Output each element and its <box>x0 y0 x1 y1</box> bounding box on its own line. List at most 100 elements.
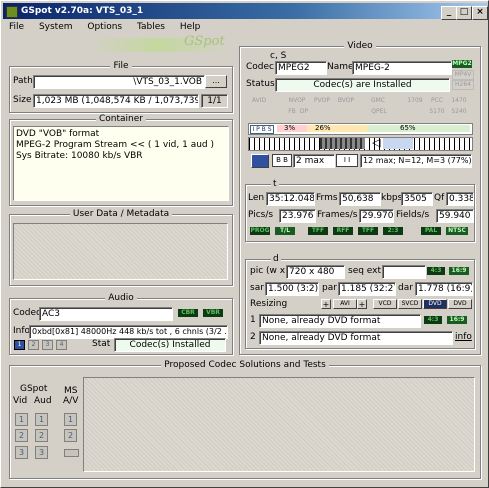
len-label: Len <box>248 193 265 203</box>
sar-label: sar <box>250 283 264 293</box>
flag-rff: RFF <box>333 227 353 235</box>
app-icon <box>6 6 18 18</box>
resize-dvd-button-1[interactable]: DVD <box>423 299 447 309</box>
tag-1709: 1709 <box>407 97 423 104</box>
minimize-button[interactable]: _ <box>441 6 457 20</box>
file-group: File Path \VTS_03_1.VOB ... Size 1,023 M… <box>9 61 233 113</box>
ms-button-2[interactable]: 2 <box>64 429 77 442</box>
bvops-field: 2 max <box>293 154 335 168</box>
bvop-box: B B <box>272 154 292 167</box>
audio-stat-label: Stat <box>92 339 111 349</box>
container-line: DVD "VOB" format <box>16 129 100 139</box>
flag-pal: PAL <box>421 227 441 235</box>
ms-button-blank[interactable] <box>64 449 79 457</box>
info-link[interactable]: info <box>455 331 472 343</box>
audio-stream-3[interactable]: 3 <box>42 340 53 350</box>
gspot-label: GSpot <box>20 384 48 394</box>
audio-codec-field: AC3 <box>39 307 173 321</box>
gop-box: I I <box>336 154 358 167</box>
video-codec-label: Codec <box>246 62 274 72</box>
pics-field: 23.976 <box>279 209 316 223</box>
aud-button-2[interactable]: 2 <box>35 429 48 442</box>
par-label: par <box>322 283 337 293</box>
resize-row2-field: None, already DVD format <box>259 331 453 345</box>
resize-vcd-button[interactable]: VCD <box>373 299 397 309</box>
audio-stream-4[interactable]: 4 <box>56 340 67 350</box>
fields-field: 59.940 <box>436 209 474 223</box>
ms-button-1[interactable]: 1 <box>64 413 77 426</box>
vid-button-3[interactable]: 3 <box>15 446 28 459</box>
qf-label: Qf <box>434 193 445 203</box>
container-group: Container DVD "VOB" format MPEG-2 Progra… <box>9 114 233 206</box>
aud-button-3[interactable]: 3 <box>35 446 48 459</box>
audio-info-field: 0xbd[0x81] 48000Hz 448 kb/s tot , 6 chnl… <box>29 325 228 339</box>
flag-ntsc: NTSC <box>446 227 468 235</box>
userdata-group: User Data / Metadata <box>9 209 233 286</box>
b-frame-pct: 65% <box>400 124 416 132</box>
menu-options[interactable]: Options <box>87 22 122 32</box>
av-label: A/V <box>63 396 79 406</box>
kbps-field: 3505 <box>401 192 433 206</box>
pics-label: Pics/s <box>248 210 274 220</box>
audio-stream-2[interactable]: 2 <box>28 340 39 350</box>
tag-5240: 5240 <box>451 108 467 115</box>
gop-field: 12 max; N=12, M=3 (77%) <box>360 154 472 168</box>
userdata-area <box>13 223 228 280</box>
resizing-label: Resizing <box>250 299 288 309</box>
resize-dvd-button-2[interactable]: DVD <box>448 299 472 309</box>
gop-gray-segment <box>320 138 365 149</box>
title-bar[interactable]: GSpot v2.70a: VTS_03_1 _ □ × <box>3 3 488 20</box>
close-button[interactable]: × <box>472 6 488 20</box>
tag-nvop: NVOP <box>288 97 306 104</box>
menu-file[interactable]: File <box>9 22 24 32</box>
d-label: d <box>271 253 281 265</box>
audio-stream-1[interactable]: 1 <box>14 340 25 350</box>
part-field: 1/1 <box>201 94 228 108</box>
vid-button-2[interactable]: 2 <box>15 429 28 442</box>
resize-svcd-button[interactable]: SVCD <box>398 299 422 309</box>
film-icon[interactable] <box>251 154 269 168</box>
maximize-button[interactable]: □ <box>456 6 472 20</box>
vid-button-1[interactable]: 1 <box>15 413 28 426</box>
flag-tff: TFF <box>308 227 328 235</box>
kbps-label: kbps <box>381 193 403 203</box>
ar-169-indicator: 16:9 <box>449 267 469 275</box>
menu-system[interactable]: System <box>39 22 73 32</box>
size-label: Size <box>13 95 32 105</box>
proposed-group: Proposed Codec Solutions and Tests GSpot… <box>9 360 481 479</box>
aud-button-1[interactable]: 1 <box>35 413 48 426</box>
pic-label: pic (w x <box>250 266 286 276</box>
audio-codec-label: Codec <box>13 308 41 318</box>
pic-field: 720 x 480 <box>286 265 345 279</box>
tag-5170: 5170 <box>429 108 445 115</box>
audio-group: Audio Codec AC3 CBR VBR Info 0xbd[0x81] … <box>9 293 233 355</box>
path-field[interactable]: \VTS_03_1.VOB <box>33 75 205 89</box>
userdata-group-title: User Data / Metadata <box>69 209 173 219</box>
tag-bvop: BVOP <box>337 97 355 104</box>
flag-tl: T/L <box>275 227 295 235</box>
gop-blue-segment <box>383 138 413 149</box>
menu-tables[interactable]: Tables <box>137 22 165 32</box>
fmt-mp4v-tag: MP4V <box>452 70 474 80</box>
flag-tff2: TFF <box>358 227 378 235</box>
resize-avi-button[interactable]: AVI <box>333 299 357 309</box>
p-frame-pct: 26% <box>315 124 331 132</box>
tag-pvop: PVOP <box>314 97 330 104</box>
tag-gmc: GMC <box>370 97 385 104</box>
seqext-field <box>382 265 426 279</box>
frames-field: 29.970 <box>359 209 394 223</box>
audio-vbr-indicator: VBR <box>203 309 223 317</box>
timing-label: t <box>271 178 279 190</box>
container-info: DVD "VOB" format MPEG-2 Program Stream <… <box>13 126 229 201</box>
container-group-title: Container <box>96 114 146 124</box>
menu-bar: File System Options Tables Help <box>3 20 488 35</box>
resize-plus-button[interactable]: + <box>357 299 367 309</box>
resize-row1-field: None, already DVD format <box>259 314 421 328</box>
browse-button[interactable]: ... <box>205 75 227 88</box>
sar-field: 1.500 (3:2) <box>265 282 319 296</box>
resize-toggle-button[interactable]: + <box>321 299 331 309</box>
menu-help[interactable]: Help <box>180 22 201 32</box>
video-codec-field: MPEG2 <box>275 61 327 75</box>
i-frame-pct: 3% <box>284 124 296 132</box>
b-frame-bar <box>367 125 470 132</box>
